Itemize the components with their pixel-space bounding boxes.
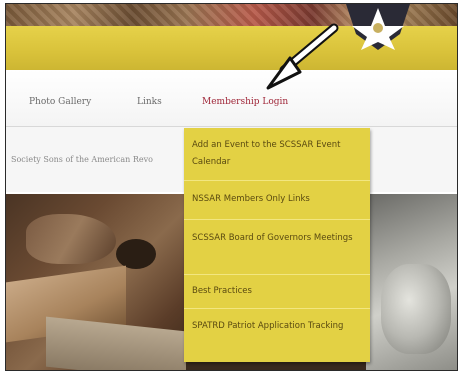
star-badge-icon <box>346 4 410 50</box>
membership-dropdown-menu: Add an Event to the SCSSAR Event Calenda… <box>184 128 370 362</box>
menu-item-label: Add an Event to the SCSSAR Event Calenda… <box>192 140 341 167</box>
nav-item-photo-gallery[interactable]: Photo Gallery <box>29 97 91 107</box>
photo-detail <box>116 239 156 269</box>
photo-detail <box>26 214 116 264</box>
menu-item-nssar-links[interactable]: NSSAR Members Only Links <box>184 181 370 220</box>
menu-item-board-meetings[interactable]: SCSSAR Board of Governors Meetings <box>184 220 370 275</box>
menu-item-spatrd-tracking[interactable]: SPATRD Patriot Application Tracking <box>184 309 370 362</box>
menu-item-best-practices[interactable]: Best Practices <box>184 275 370 309</box>
pointer-arrow-icon <box>266 23 339 90</box>
site-subtitle: Society Sons of the American Revo <box>11 155 153 164</box>
nav-item-links[interactable]: Links <box>137 97 162 107</box>
screenshot-frame: Photo Gallery Links Membership Login Soc… <box>5 3 458 371</box>
menu-item-add-event[interactable]: Add an Event to the SCSSAR Event Calenda… <box>184 128 370 181</box>
menu-item-label: SPATRD Patriot Application Tracking <box>192 321 344 331</box>
menu-item-label: Best Practices <box>192 286 252 296</box>
photo-detail <box>381 264 451 354</box>
menu-item-label: SCSSAR Board of Governors Meetings <box>192 233 353 243</box>
main-nav: Photo Gallery Links Membership Login <box>6 70 457 127</box>
menu-item-label: NSSAR Members Only Links <box>192 194 310 204</box>
